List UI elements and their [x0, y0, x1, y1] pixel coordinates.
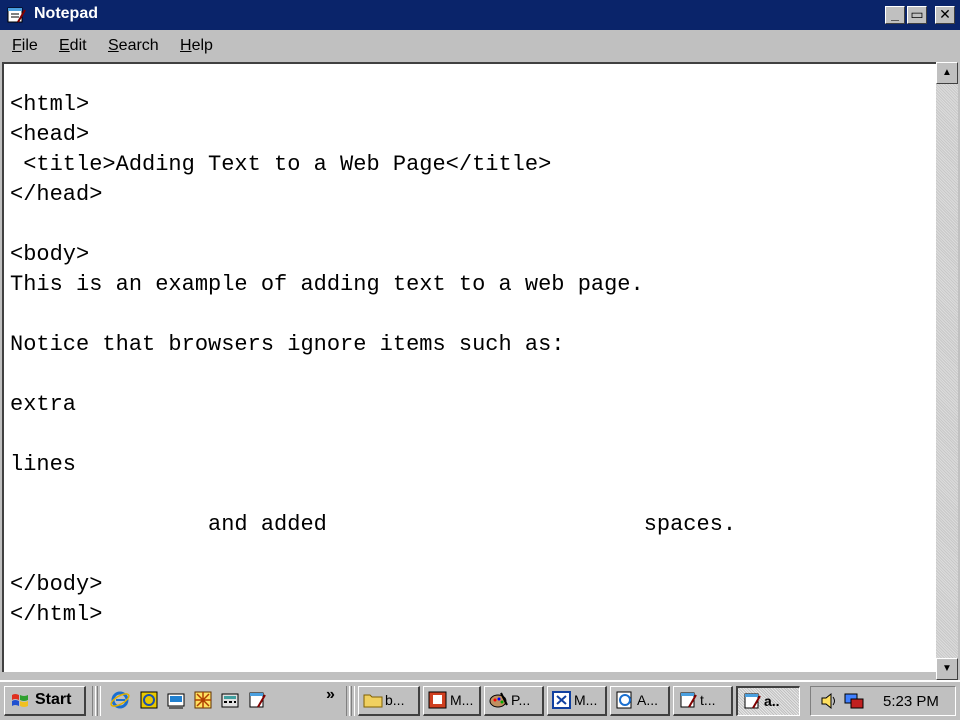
close-button[interactable]: ✕: [935, 6, 955, 24]
editor-line[interactable]: Notice that browsers ignore items such a…: [10, 330, 736, 360]
menu-bar: File Edit Search Help: [0, 30, 960, 60]
editor-line[interactable]: [10, 480, 736, 510]
taskbar-divider: [346, 686, 350, 716]
scroll-down-button[interactable]: ▼: [936, 658, 958, 680]
channels-icon[interactable]: [193, 690, 213, 710]
menu-help-accel: H: [180, 37, 192, 54]
editor-line[interactable]: <body>: [10, 240, 736, 270]
editor-line[interactable]: <title>Adding Text to a Web Page</title>: [10, 150, 736, 180]
menu-edit-label: dit: [69, 37, 87, 54]
menu-edit[interactable]: Edit: [59, 37, 87, 55]
task-label: b...: [385, 692, 405, 708]
start-label: Start: [35, 691, 72, 708]
editor-line[interactable]: </html>: [10, 600, 736, 630]
task-label: P...: [511, 692, 531, 708]
task-label: t...: [700, 692, 716, 708]
editor-line[interactable]: </head>: [10, 180, 736, 210]
menu-edit-accel: E: [59, 37, 70, 54]
editor-line[interactable]: This is an example of adding text to a w…: [10, 270, 736, 300]
taskbar-button-notepad-active[interactable]: a..: [736, 686, 800, 716]
outlook-icon[interactable]: [139, 690, 159, 710]
editor-line[interactable]: <head>: [10, 120, 736, 150]
editor-line[interactable]: lines: [10, 450, 736, 480]
calculator-icon[interactable]: [220, 690, 240, 710]
menu-help[interactable]: Help: [180, 37, 213, 55]
taskbar-divider: [92, 686, 96, 716]
task-label: M...: [450, 692, 474, 708]
title-bar[interactable]: Notepad _ ▭ ✕: [0, 0, 960, 30]
editor-line[interactable]: </body>: [10, 570, 736, 600]
minimize-button[interactable]: _: [885, 6, 905, 24]
taskbar-button-powerpoint[interactable]: M...: [423, 686, 481, 716]
text-editor[interactable]: <html> <head> <title>Adding Text to a Web…: [2, 62, 936, 672]
start-button[interactable]: Start: [4, 686, 86, 716]
network-icon[interactable]: [843, 691, 865, 711]
windows-logo-icon: [12, 694, 28, 707]
maximize-button[interactable]: ▭: [907, 6, 927, 24]
editor-line[interactable]: [10, 420, 736, 450]
editor-line[interactable]: [10, 300, 736, 330]
editor-line[interactable]: and added spaces.: [10, 510, 736, 540]
editor-content[interactable]: <html> <head> <title>Adding Text to a Web…: [10, 90, 736, 630]
taskbar-button-browser[interactable]: A...: [610, 686, 670, 716]
folder-icon: [363, 694, 383, 708]
editor-line[interactable]: [10, 210, 736, 240]
menu-search[interactable]: Search: [108, 37, 159, 55]
taskbar-button-notepad[interactable]: t...: [673, 686, 733, 716]
internet-explorer-icon[interactable]: [110, 690, 130, 710]
task-label: A...: [637, 692, 659, 708]
notepad-icon: [7, 7, 26, 23]
notepad-icon[interactable]: [247, 690, 267, 710]
editor-line[interactable]: [10, 360, 736, 390]
clock: 5:23 PM: [883, 693, 939, 710]
window-title: Notepad: [34, 5, 98, 22]
taskbar: Start » b... M... P... M... A... t... a.…: [0, 680, 960, 720]
menu-file[interactable]: File: [12, 37, 38, 55]
overflow-chevron-icon[interactable]: »: [326, 686, 335, 704]
editor-line[interactable]: extra: [10, 390, 736, 420]
paint-icon: [489, 692, 508, 708]
notepad-icon: [744, 693, 761, 709]
taskbar-button-window[interactable]: M...: [547, 686, 607, 716]
taskbar-divider: [351, 686, 355, 716]
menu-file-label: ile: [21, 37, 38, 54]
editor-line[interactable]: <html>: [10, 90, 736, 120]
task-label: M...: [574, 692, 598, 708]
editor-line[interactable]: [10, 540, 736, 570]
menu-help-label: elp: [191, 37, 213, 54]
notepad-icon: [680, 692, 697, 708]
task-label: a..: [764, 693, 780, 709]
menu-file-accel: F: [12, 37, 22, 54]
window-icon: [552, 691, 571, 709]
taskbar-button-folder[interactable]: b...: [358, 686, 420, 716]
taskbar-divider: [97, 686, 101, 716]
internet-explorer-icon: [616, 691, 632, 709]
show-desktop-icon[interactable]: [166, 690, 186, 710]
taskbar-button-paint[interactable]: P...: [484, 686, 544, 716]
scroll-up-button[interactable]: ▲: [936, 62, 958, 84]
powerpoint-icon: [428, 691, 447, 709]
vertical-scrollbar[interactable]: ▲ ▼: [936, 62, 958, 680]
menu-search-accel: S: [108, 37, 119, 54]
system-tray: 5:23 PM: [810, 686, 956, 716]
menu-search-label: earch: [118, 37, 159, 54]
speaker-icon[interactable]: [819, 691, 839, 711]
